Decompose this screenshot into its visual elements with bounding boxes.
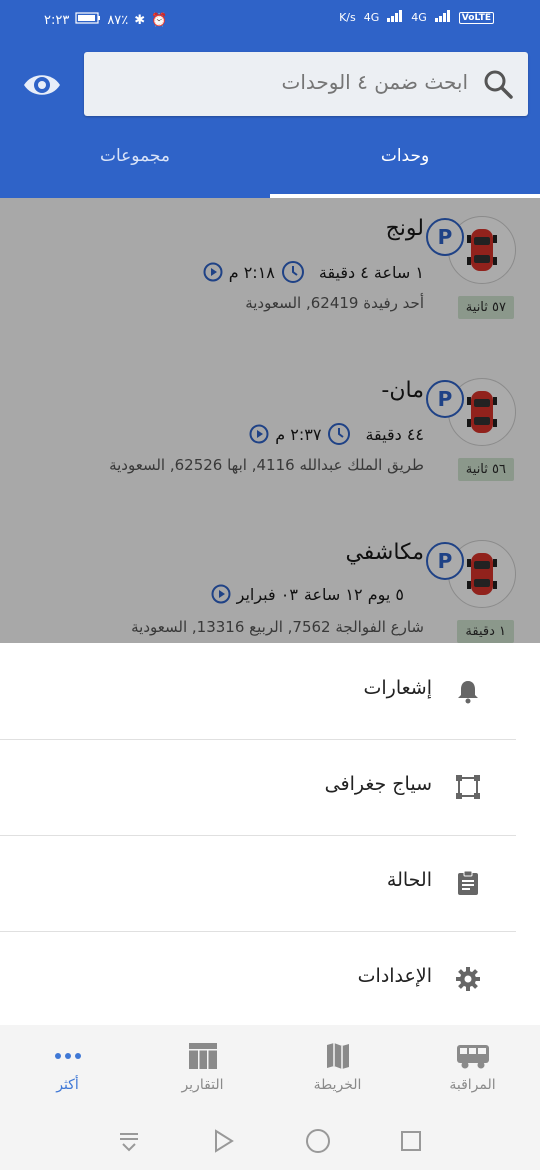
recents-square-icon[interactable] [396, 1126, 426, 1156]
nav-more[interactable]: أكثر [0, 1041, 135, 1093]
battery-icon [75, 12, 101, 28]
nav-monitoring[interactable]: المراقبة [405, 1041, 540, 1093]
nav-label: الخريطة [313, 1077, 362, 1093]
notification-pull-icon[interactable] [114, 1126, 144, 1156]
back-triangle-icon[interactable] [208, 1126, 238, 1156]
tab-bar: وحدات مجموعات [0, 136, 540, 198]
speed-unit: K/s [339, 11, 356, 24]
nav-reports[interactable]: التقارير [135, 1041, 270, 1093]
visibility-eye-icon[interactable] [22, 68, 62, 102]
menu-label: سياج جغرافى [324, 773, 432, 795]
menu-item-settings[interactable]: الإعدادات [0, 931, 516, 1028]
bluetooth-icon: ✱ [134, 12, 146, 28]
signal-icon-2 [434, 10, 451, 25]
network-label-1: 4G [363, 11, 380, 24]
status-bar: ٢:٢٣ ٨٧٪ ✱ ⏰ K/s 4G 4G VoLTE [0, 0, 540, 42]
bottom-navigation: المراقبة الخريطة التقارير أكثر [0, 1025, 540, 1111]
map-icon [321, 1041, 355, 1071]
nav-label: أكثر [56, 1077, 79, 1093]
dim-overlay[interactable] [0, 198, 540, 643]
volte-badge: VoLTE [458, 11, 494, 24]
status-time: ٢:٢٣ [44, 12, 70, 28]
menu-label: إشعارات [363, 677, 433, 699]
bell-icon [454, 677, 482, 705]
bus-icon [456, 1041, 490, 1071]
more-dots-icon [51, 1041, 85, 1071]
tab-groups[interactable]: مجموعات [0, 146, 270, 198]
menu-label: الحالة [386, 869, 432, 891]
menu-label: الإعدادات [357, 965, 432, 987]
battery-level: ٨٧٪ [107, 12, 129, 28]
home-circle-icon[interactable] [303, 1126, 333, 1156]
gear-icon [454, 965, 482, 993]
menu-item-status[interactable]: الحالة [0, 835, 516, 932]
alarm-icon: ⏰ [151, 12, 168, 28]
geofence-icon [454, 773, 482, 801]
nav-label: المراقبة [449, 1077, 496, 1093]
search-placeholder[interactable]: ابحث ضمن ٤ الوحدات [282, 70, 469, 94]
clipboard-icon [454, 869, 482, 897]
nav-label: التقارير [181, 1077, 224, 1093]
network-label-2: 4G [411, 11, 427, 24]
menu-item-notifications[interactable]: إشعارات [0, 643, 516, 740]
system-navigation [0, 1111, 540, 1170]
table-icon [186, 1041, 220, 1071]
search-icon[interactable] [482, 68, 514, 100]
tab-units[interactable]: وحدات [270, 146, 540, 198]
nav-map[interactable]: الخريطة [270, 1041, 405, 1093]
more-menu-sheet: إشعارات سياج جغرافى الحالة الإعدادات [0, 643, 540, 1028]
menu-item-geofence[interactable]: سياج جغرافى [0, 739, 516, 836]
search-bar[interactable]: ابحث ضمن ٤ الوحدات [84, 52, 528, 116]
signal-icon [387, 10, 403, 25]
